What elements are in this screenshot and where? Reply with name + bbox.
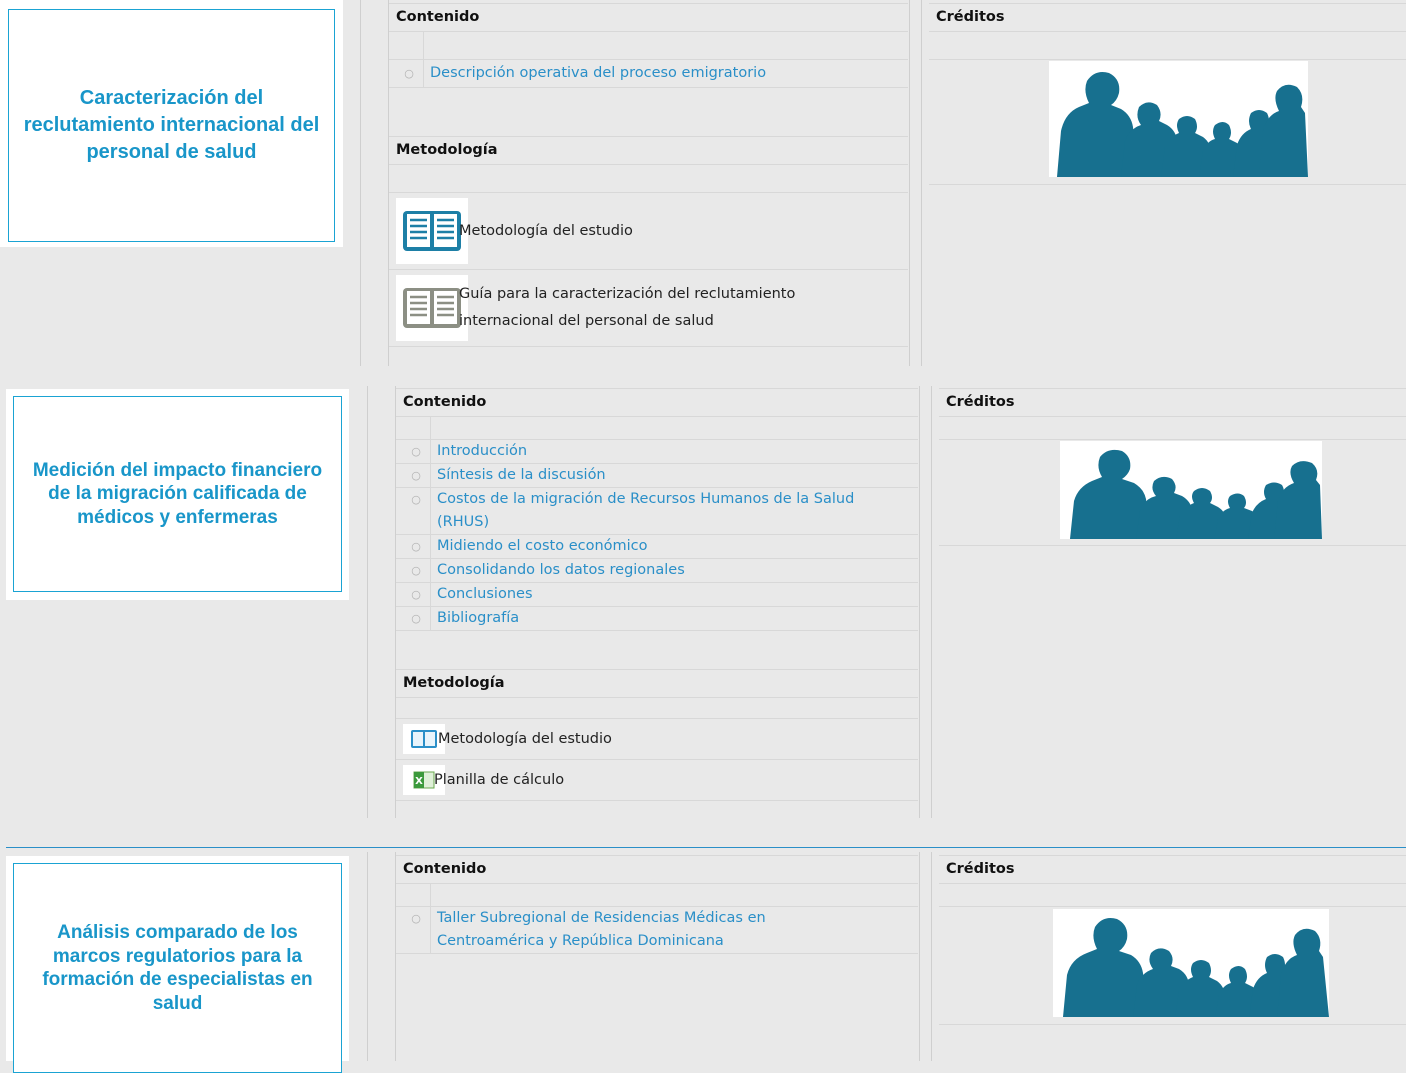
section-marcos-regulatorios: Análisis comparado de los marcos regulat…: [0, 852, 1406, 1073]
document-item[interactable]: X Planilla de cálculo: [396, 760, 918, 801]
document-label[interactable]: Guía para la caracterización del recluta…: [459, 281, 849, 335]
contenido-link[interactable]: ○ Consolidando los datos regionales: [396, 559, 918, 583]
section-reclutamiento: Caracterización del reclutamiento intern…: [0, 0, 1406, 366]
contenido-panel: Contenido ○ Introducción ○ Síntesis de l…: [396, 388, 918, 801]
book-blue-icon[interactable]: [396, 198, 468, 264]
bullet-icon: ○: [411, 445, 421, 458]
bullet-icon: ○: [411, 912, 421, 925]
contenido-panel: Contenido ○ Taller Subregional de Reside…: [396, 855, 918, 954]
creditos-header: Créditos: [929, 3, 1406, 32]
contenido-link[interactable]: ○ Taller Subregional de Residencias Médi…: [396, 907, 918, 954]
section-impacto-financiero: Medición del impacto financiero de la mi…: [0, 386, 1406, 818]
section-title-card[interactable]: Medición del impacto financiero de la mi…: [6, 389, 349, 600]
contenido-panel: Contenido ○ Descripción operativa del pr…: [389, 3, 908, 347]
document-item[interactable]: Metodología del estudio: [396, 719, 918, 760]
creditos-panel: Créditos: [939, 388, 1406, 546]
section-title[interactable]: Caracterización del reclutamiento intern…: [8, 9, 335, 242]
creditos-header: Créditos: [939, 388, 1406, 417]
contenido-link-label[interactable]: Introducción: [437, 443, 527, 459]
document-item[interactable]: Metodología del estudio: [389, 193, 908, 270]
bullet-icon: ○: [411, 540, 421, 553]
bullet-icon: ○: [411, 588, 421, 601]
people-silhouette-image: [1053, 909, 1329, 1017]
contenido-link-label[interactable]: Conclusiones: [437, 586, 533, 602]
contenido-header: Contenido: [389, 3, 908, 32]
metodologia-header: Metodología: [396, 669, 918, 698]
contenido-link[interactable]: ○ Descripción operativa del proceso emig…: [389, 60, 908, 88]
section-title-card[interactable]: Análisis comparado de los marcos regulat…: [6, 856, 349, 1073]
contenido-link[interactable]: ○ Conclusiones: [396, 583, 918, 607]
section-title[interactable]: Medición del impacto financiero de la mi…: [13, 396, 342, 592]
document-label[interactable]: Metodología del estudio: [438, 731, 612, 747]
bullet-icon: ○: [411, 493, 421, 506]
book-gray-icon[interactable]: [396, 275, 468, 341]
contenido-link[interactable]: ○ Síntesis de la discusión: [396, 464, 918, 488]
section-title[interactable]: Análisis comparado de los marcos regulat…: [13, 863, 342, 1073]
contenido-link[interactable]: ○ Introducción: [396, 440, 918, 464]
document-item[interactable]: Guía para la caracterización del recluta…: [389, 270, 908, 347]
contenido-link-label[interactable]: Bibliografía: [437, 610, 519, 626]
contenido-header: Contenido: [396, 388, 918, 417]
bullet-icon: ○: [411, 564, 421, 577]
bullet-icon: ○: [411, 469, 421, 482]
contenido-link-label[interactable]: Costos de la migración de Recursos Human…: [437, 488, 907, 534]
bullet-icon: ○: [411, 612, 421, 625]
creditos-panel: Créditos: [939, 855, 1406, 1025]
bullet-icon: ○: [404, 67, 414, 80]
creditos-header: Créditos: [939, 855, 1406, 884]
contenido-link[interactable]: ○ Bibliografía: [396, 607, 918, 631]
contenido-link-label[interactable]: Taller Subregional de Residencias Médica…: [437, 907, 847, 953]
contenido-header: Contenido: [396, 855, 918, 884]
contenido-link-label[interactable]: Síntesis de la discusión: [437, 467, 606, 483]
document-label[interactable]: Metodología del estudio: [459, 223, 633, 239]
contenido-link[interactable]: ○ Midiendo el costo económico: [396, 535, 918, 559]
contenido-link-label[interactable]: Consolidando los datos regionales: [437, 562, 685, 578]
contenido-link[interactable]: ○ Costos de la migración de Recursos Hum…: [396, 488, 918, 535]
svg-text:X: X: [415, 776, 423, 787]
metodologia-header: Metodología: [389, 136, 908, 165]
people-silhouette-image: [1049, 61, 1308, 177]
creditos-panel: Créditos: [929, 3, 1406, 185]
document-label[interactable]: Planilla de cálculo: [434, 772, 564, 788]
contenido-link-label[interactable]: Descripción operativa del proceso emigra…: [430, 65, 766, 81]
section-title-card[interactable]: Caracterización del reclutamiento intern…: [0, 0, 343, 247]
people-silhouette-image: [1060, 441, 1322, 539]
contenido-link-label[interactable]: Midiendo el costo económico: [437, 538, 648, 554]
